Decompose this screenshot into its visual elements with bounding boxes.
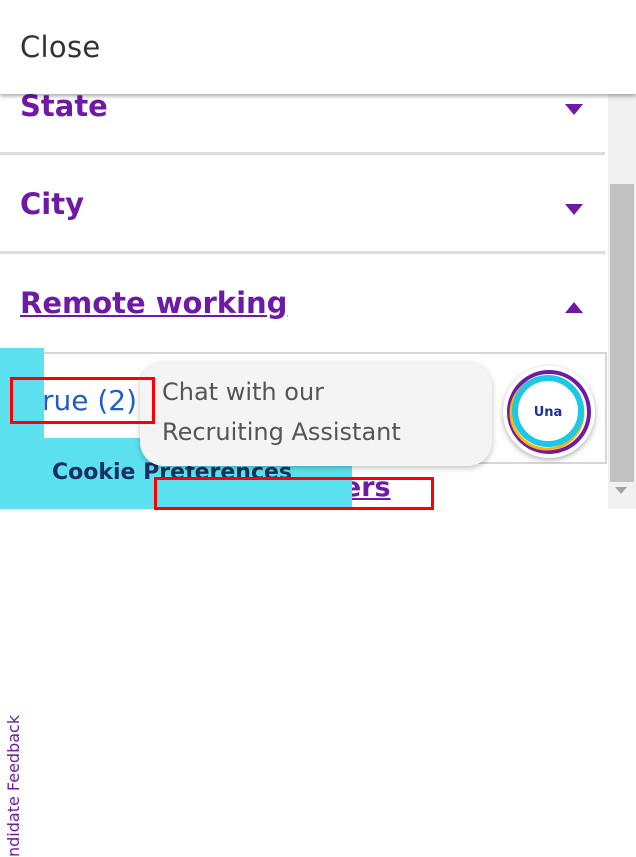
highlight-box: [154, 477, 434, 510]
filter-state-label: State: [20, 89, 108, 123]
filter-state[interactable]: State: [0, 89, 605, 155]
chevron-down-icon[interactable]: [565, 104, 583, 115]
chat-prompt-bubble[interactable]: Chat with our Recruiting Assistant: [140, 362, 492, 466]
chevron-down-icon[interactable]: [565, 204, 583, 215]
candidate-feedback-tab[interactable]: ndidate Feedback: [0, 348, 44, 857]
una-logo-icon: Una: [507, 370, 591, 454]
filter-remote-working[interactable]: Remote working: [0, 254, 605, 350]
candidate-feedback-label: ndidate Feedback: [4, 714, 23, 857]
top-bar: Close: [0, 0, 636, 94]
chat-line-1: Chat with our: [162, 378, 325, 406]
filter-remote-working-label[interactable]: Remote working: [20, 286, 287, 320]
chat-line-2: Recruiting Assistant: [162, 418, 401, 446]
close-button[interactable]: Close: [20, 30, 101, 64]
highlight-box: [10, 377, 155, 424]
scroll-down-icon[interactable]: [615, 487, 627, 494]
filter-city[interactable]: City: [0, 155, 605, 254]
filter-city-label: City: [20, 187, 84, 221]
scrollbar-thumb[interactable]: [610, 184, 634, 482]
chat-assistant-avatar[interactable]: Una: [503, 366, 595, 458]
una-label: Una: [534, 405, 563, 420]
chevron-up-icon[interactable]: [565, 302, 583, 313]
